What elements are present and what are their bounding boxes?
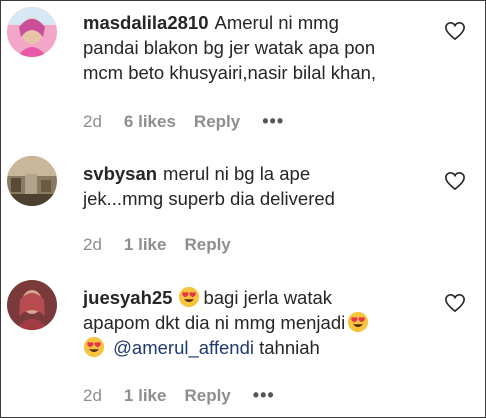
comments-panel: masdalila2810 Amerul ni mmg pandai blakon… — [0, 0, 486, 418]
heart-eyes-emoji — [178, 286, 200, 308]
likes-count[interactable]: 1 like — [124, 235, 167, 255]
comment-line: jek...mmg superb dia delivered — [83, 188, 335, 209]
comment-line: Amerul ni mmg — [214, 12, 339, 33]
comment-text: juesyah25 bagi jerla watak apapom dkt dia… — [83, 285, 433, 360]
username[interactable]: juesyah25 — [83, 287, 172, 308]
timestamp: 2d — [83, 385, 102, 405]
likes-count[interactable]: 6 likes — [124, 112, 176, 132]
comment-meta: 2d 1 like Reply — [83, 235, 253, 255]
timestamp: 2d — [83, 235, 102, 254]
comment-line: mcm beto khusyairi,nasir bilal khan, — [83, 62, 377, 83]
comment-text: svbysan merul ni bg la ape jek...mmg supe… — [83, 161, 433, 211]
mention-link[interactable]: @amerul_affendi — [113, 337, 254, 358]
username[interactable]: svbysan — [83, 163, 157, 184]
heart-eyes-emoji — [83, 336, 105, 358]
comment-text: masdalila2810 Amerul ni mmg pandai blakon… — [83, 10, 433, 85]
avatar[interactable] — [7, 156, 57, 206]
reply-button[interactable]: Reply — [184, 386, 230, 406]
username[interactable]: masdalila2810 — [83, 12, 208, 33]
more-options-icon[interactable]: ••• — [253, 385, 275, 406]
heart-outline-icon[interactable] — [444, 171, 466, 191]
reply-button[interactable]: Reply — [184, 235, 230, 255]
heart-eyes-emoji — [347, 311, 369, 333]
avatar[interactable] — [7, 7, 57, 57]
more-options-icon[interactable]: ••• — [262, 111, 284, 132]
comment-line: bagi jerla watak — [203, 287, 333, 308]
comment-line: apapom dkt dia ni mmg menjadi — [83, 312, 346, 333]
comment-meta: 2d 1 like Reply ••• — [83, 385, 275, 406]
comment-line: tahniah — [259, 337, 320, 358]
comment-line: pandai blakon bg jer watak apa pon — [83, 37, 376, 58]
likes-count[interactable]: 1 like — [124, 386, 167, 406]
reply-button[interactable]: Reply — [194, 112, 240, 132]
comment-line: merul ni bg la ape — [163, 163, 311, 184]
timestamp: 2d — [83, 111, 102, 131]
heart-outline-icon[interactable] — [444, 293, 466, 313]
avatar[interactable] — [7, 280, 57, 330]
comment-meta: 2d 6 likes Reply ••• — [83, 111, 284, 132]
heart-outline-icon[interactable] — [444, 21, 466, 41]
